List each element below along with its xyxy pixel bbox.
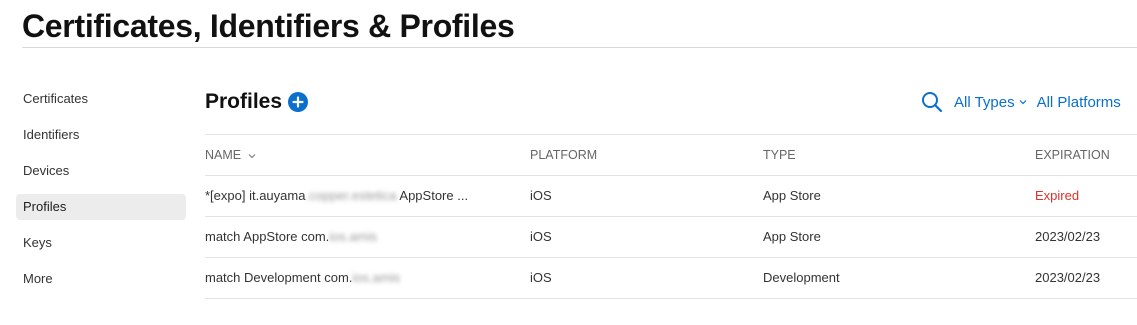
redacted-text: ios.amis: [352, 270, 401, 285]
profile-expiration: Expired: [1035, 188, 1080, 203]
column-header-expiration: EXPIRATION: [1035, 148, 1110, 162]
profile-type: App Store: [763, 229, 821, 244]
profile-name-prefix: *[expo] it.auyama: [205, 188, 306, 203]
filter-bar: All Types All Platforms: [920, 88, 1121, 116]
profile-name-prefix: match AppStore com.: [205, 229, 330, 244]
column-header-name[interactable]: NAME: [205, 135, 520, 175]
redacted-text: ios.amis: [329, 229, 377, 244]
sidebar-item-profiles[interactable]: Profiles: [16, 194, 186, 220]
page-title: Certificates, Identifiers & Profiles: [22, 8, 515, 44]
table-row[interactable]: match Development com.ios.amis iOS Devel…: [205, 257, 1137, 299]
type-filter-dropdown[interactable]: All Types: [954, 94, 1027, 111]
column-header-platform: PLATFORM: [530, 148, 598, 162]
add-profile-button[interactable]: [288, 92, 309, 112]
sidebar: Certificates Identifiers Devices Profile…: [16, 86, 186, 302]
section-header: Profiles: [205, 88, 309, 116]
profile-type: Development: [763, 270, 840, 285]
profile-expiration: 2023/02/23: [1035, 270, 1101, 285]
profiles-table: NAME PLATFORM TYPE EXPIRATION *[expo] it…: [205, 134, 1137, 299]
profile-platform: iOS: [530, 188, 552, 203]
table-header-row: NAME PLATFORM TYPE EXPIRATION: [205, 134, 1137, 175]
profile-name-prefix: match Development com.: [205, 270, 353, 285]
plus-circle-icon: [292, 96, 304, 108]
table-row[interactable]: *[expo] it.auyama.copper.estetica AppSto…: [205, 175, 1137, 216]
type-filter-label: All Types: [954, 93, 1015, 111]
sort-chevron-down-icon: [248, 154, 255, 159]
column-header-type: TYPE: [763, 148, 796, 162]
sidebar-item-keys[interactable]: Keys: [16, 230, 186, 256]
profile-expiration: 2023/02/23: [1035, 229, 1101, 244]
search-icon: [922, 92, 943, 113]
platform-filter-dropdown[interactable]: All Platforms: [1037, 94, 1121, 111]
profile-name[interactable]: match AppStore com.ios.amis: [205, 217, 520, 257]
platform-filter-label: All Platforms: [1036, 93, 1121, 111]
profile-name[interactable]: match Development com.ios.amis: [205, 258, 520, 298]
title-divider: [22, 47, 1137, 48]
profile-name[interactable]: *[expo] it.auyama.copper.estetica AppSto…: [205, 176, 520, 216]
profile-name-suffix: AppStore ...: [396, 188, 469, 203]
sidebar-item-more[interactable]: More: [16, 266, 186, 292]
sidebar-item-certificates[interactable]: Certificates: [16, 86, 186, 112]
redacted-text: .copper.estetica: [305, 188, 397, 203]
profile-platform: iOS: [530, 229, 552, 244]
chevron-down-icon: [1019, 100, 1027, 105]
sidebar-item-devices[interactable]: Devices: [16, 158, 186, 184]
sidebar-item-identifiers[interactable]: Identifiers: [16, 122, 186, 148]
search-button[interactable]: [920, 90, 944, 114]
profile-type: App Store: [763, 188, 821, 203]
section-title: Profiles: [205, 90, 283, 113]
table-row[interactable]: match AppStore com.ios.amis iOS App Stor…: [205, 216, 1137, 257]
profile-platform: iOS: [530, 270, 552, 285]
